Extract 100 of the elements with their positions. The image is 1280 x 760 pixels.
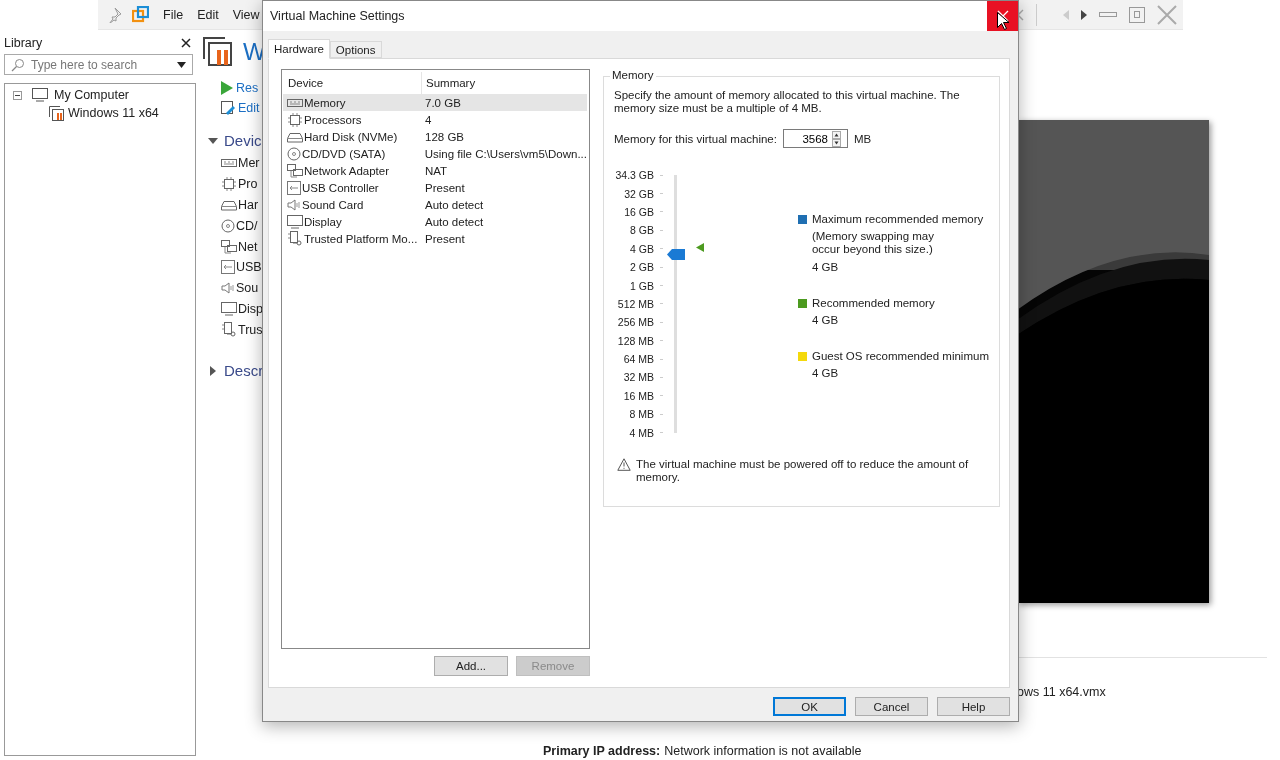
usb-icon — [287, 180, 301, 195]
device-row[interactable]: USB Controller Present — [283, 179, 587, 196]
device-summary: 7.0 GB — [424, 96, 462, 109]
monitor-icon — [287, 214, 303, 229]
memory-icon — [287, 96, 303, 109]
spin-box[interactable]: 3568 — [782, 129, 848, 148]
disc-icon — [221, 218, 235, 233]
device-name: Display — [304, 215, 342, 228]
device-link[interactable]: Trus — [238, 322, 263, 337]
list-button[interactable]: Add... — [434, 656, 508, 676]
scale-label: 16 MB — [622, 389, 654, 402]
dialog-button[interactable]: Cancel — [855, 697, 928, 716]
tree-item[interactable]: My Computer — [54, 88, 130, 102]
dialog-button[interactable]: Help — [937, 697, 1010, 716]
scale-label: 512 MB — [616, 297, 654, 310]
device-summary: Auto detect — [424, 215, 485, 228]
chip-icon — [287, 112, 303, 127]
tree-item[interactable]: Windows 11 x64 — [68, 106, 159, 120]
device-name: USB Controller — [302, 181, 379, 194]
device-name: Sound Card — [302, 198, 364, 211]
edit-settings-icon — [221, 101, 235, 115]
search-box[interactable]: Type here to search — [4, 54, 193, 75]
monitor-icon — [221, 301, 237, 316]
scale-label: 2 GB — [629, 261, 654, 274]
device-row[interactable]: Trusted Platform Mo... Present — [283, 230, 587, 247]
device-link[interactable]: Sou — [236, 281, 259, 296]
device-link[interactable]: Net — [238, 239, 258, 254]
play-icon — [221, 81, 233, 95]
expand-arrow-icon[interactable] — [208, 365, 218, 376]
spin-up-icon[interactable] — [831, 130, 841, 139]
ip-value: Network information is not available — [664, 744, 862, 758]
warning-icon — [617, 457, 631, 471]
tab[interactable]: Hardware — [268, 39, 330, 59]
minimize-icon[interactable] — [1099, 11, 1117, 18]
device-name: Trusted Platform Mo... — [304, 232, 418, 245]
ip-label: Primary IP address: — [543, 744, 661, 758]
scale-label: 1 GB — [629, 279, 654, 292]
unit-label: MB — [853, 132, 872, 145]
scale-label: 32 MB — [622, 371, 654, 384]
scale-label: 4 GB — [629, 242, 654, 255]
speaker-icon — [287, 198, 301, 211]
legend-note: (Memory swapping may occur beyond this size.) — [810, 230, 936, 256]
tab[interactable]: Options — [329, 41, 382, 58]
device-summary: 128 GB — [424, 130, 465, 143]
device-summary: Present — [424, 181, 466, 194]
column-header[interactable]: Device — [283, 77, 421, 89]
usb-icon — [221, 260, 235, 275]
dropdown-arrow-icon[interactable] — [177, 61, 186, 68]
vm-icon — [49, 105, 64, 121]
scale-label: 16 GB — [623, 205, 654, 218]
device-link[interactable]: Har — [238, 198, 259, 212]
device-link[interactable]: USB — [236, 260, 262, 275]
scale-label: 128 MB — [616, 334, 654, 347]
search-field[interactable]: Type here to search — [31, 57, 171, 72]
cursor-icon — [997, 12, 1009, 30]
search-icon — [11, 57, 25, 72]
device-row[interactable]: Hard Disk (NVMe) 128 GB — [283, 128, 587, 145]
collapse-icon[interactable] — [13, 90, 22, 100]
scale-label: 4 MB — [628, 426, 654, 439]
section-heading[interactable]: Descr — [224, 362, 264, 380]
device-name: Memory — [304, 96, 346, 109]
spin-down-icon[interactable] — [831, 138, 841, 147]
device-link[interactable]: Pro — [238, 177, 258, 192]
pin-icon[interactable] — [106, 6, 122, 23]
device-row[interactable]: CD/DVD (SATA) Using file C:\Users\vm5\Down... — [283, 145, 587, 162]
forward-arrow-icon[interactable] — [1081, 9, 1087, 20]
action-link[interactable]: Edit — [238, 101, 260, 115]
menu-item[interactable]: File — [163, 7, 184, 22]
menu-item[interactable]: Edit — [197, 7, 219, 22]
dialog-button[interactable]: OK — [773, 697, 846, 716]
warning-text: The virtual machine must be powered off to reduce the amount of memory. — [636, 457, 970, 484]
slider-thumb[interactable] — [667, 248, 685, 260]
menu-item[interactable]: View — [232, 7, 260, 22]
device-row[interactable]: Display Auto detect — [283, 213, 587, 230]
chip-icon — [221, 177, 237, 192]
speaker-icon — [221, 282, 235, 295]
field-label: Memory for this virtual machine: — [614, 132, 777, 145]
device-name: CD/DVD (SATA) — [302, 147, 386, 160]
section-heading[interactable]: Devic — [224, 132, 262, 149]
device-link[interactable]: CD/ — [236, 218, 258, 233]
device-summary: Present — [424, 232, 466, 245]
device-link[interactable]: Mer — [238, 156, 260, 171]
recommended-marker-icon — [696, 242, 704, 252]
scale-label: 8 GB — [629, 224, 654, 237]
device-row[interactable]: Network Adapter NAT — [283, 162, 587, 179]
restore-icon[interactable] — [1129, 6, 1145, 23]
disk-drive-icon — [287, 130, 303, 143]
chip-key-icon — [287, 231, 303, 246]
scale-label: 8 MB — [628, 408, 654, 421]
device-row[interactable]: Memory 7.0 GB — [283, 94, 587, 111]
scale-label: 64 MB — [622, 353, 654, 366]
device-row[interactable]: Sound Card Auto detect — [283, 196, 587, 213]
device-summary: Using file C:\Users\vm5\Down... — [423, 147, 587, 160]
collapse-arrow-icon[interactable] — [208, 135, 218, 146]
device-name: Processors — [304, 113, 362, 126]
network-icon — [221, 239, 237, 254]
device-link[interactable]: Disp — [238, 301, 263, 316]
close-icon[interactable] — [181, 38, 191, 48]
device-row[interactable]: Processors 4 — [283, 111, 587, 128]
action-link[interactable]: Res — [236, 81, 259, 95]
